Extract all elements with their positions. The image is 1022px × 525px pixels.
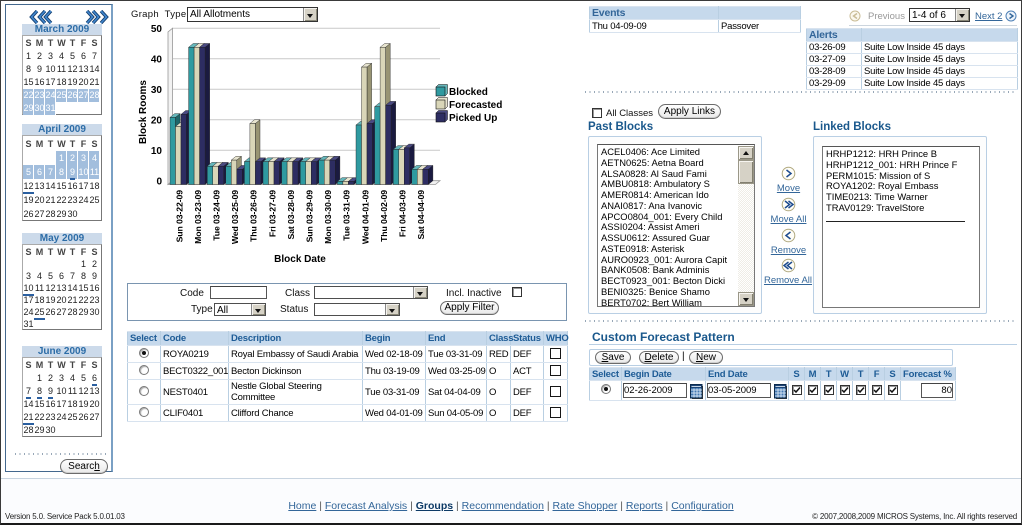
svg-text:10: 10 (151, 146, 163, 157)
svg-text:Thu 03-26-09: Thu 03-26-09 (249, 190, 259, 242)
svg-text:Forecasted: Forecasted (449, 100, 502, 111)
svg-text:Sun 03-29-09: Sun 03-29-09 (305, 190, 315, 243)
svg-text:50: 50 (151, 25, 163, 35)
svg-text:Sat 04-04-09: Sat 04-04-09 (416, 190, 426, 240)
svg-text:Blocked: Blocked (449, 87, 488, 98)
svg-text:40: 40 (151, 55, 163, 66)
svg-text:Sun 03-22-09: Sun 03-22-09 (174, 190, 184, 243)
svg-text:Thu 04-02-09: Thu 04-02-09 (379, 190, 389, 242)
svg-text:Fri 04-03-09: Fri 04-03-09 (398, 190, 408, 237)
svg-text:Mon 03-30-09: Mon 03-30-09 (323, 190, 333, 244)
svg-text:Mon 03-23-09: Mon 03-23-09 (193, 190, 203, 244)
svg-text:Wed 04-01-09: Wed 04-01-09 (360, 190, 370, 244)
svg-text:Tue 03-31-09: Tue 03-31-09 (342, 190, 352, 241)
svg-text:0: 0 (156, 177, 162, 188)
svg-text:Wed 03-25-09: Wed 03-25-09 (230, 190, 240, 244)
svg-text:30: 30 (151, 85, 163, 96)
svg-text:Fri 03-27-09: Fri 03-27-09 (267, 190, 277, 237)
svg-text:Block Date: Block Date (274, 254, 326, 265)
svg-text:Picked Up: Picked Up (449, 113, 497, 124)
svg-text:Tue 03-24-09: Tue 03-24-09 (212, 190, 222, 241)
svg-text:Sat 03-28-09: Sat 03-28-09 (286, 190, 296, 240)
svg-text:20: 20 (151, 116, 163, 127)
svg-text:Block Rooms: Block Rooms (138, 80, 149, 144)
